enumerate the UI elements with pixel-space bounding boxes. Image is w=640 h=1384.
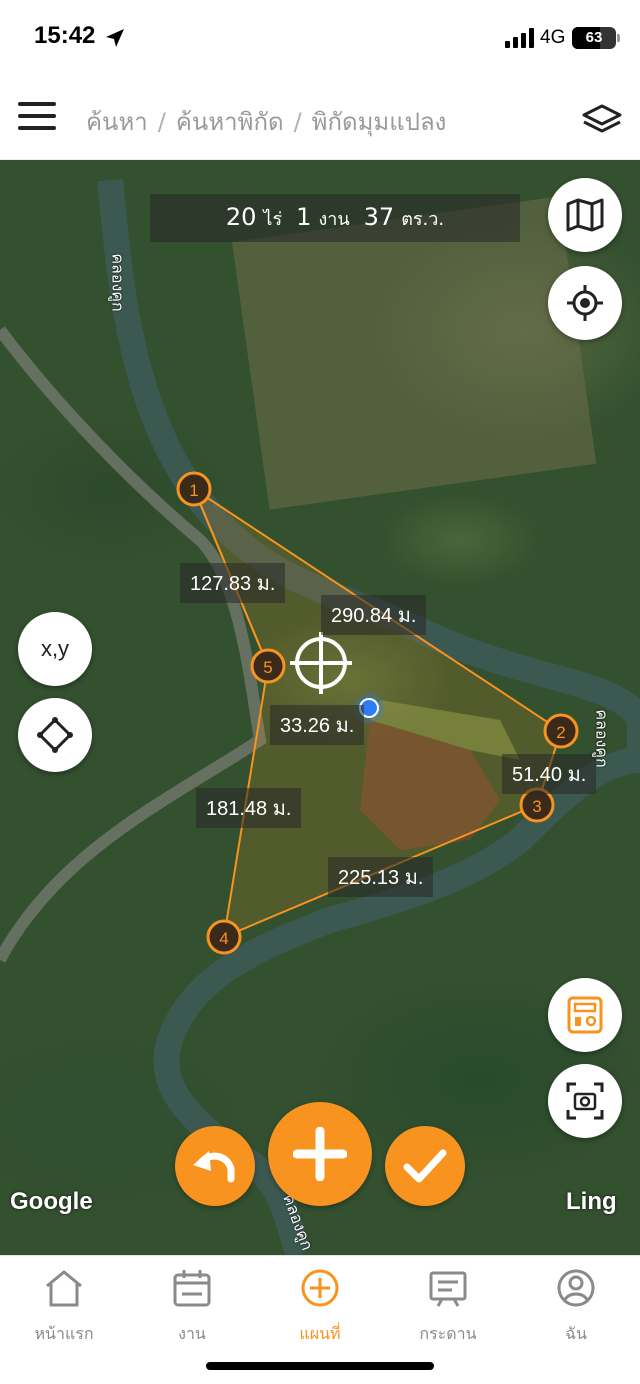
vertex-marker-1[interactable]: 1: [176, 471, 212, 507]
vertex-label-1: 1: [189, 481, 198, 500]
undo-button[interactable]: [175, 1126, 255, 1206]
signal-icon: [505, 28, 534, 48]
canal-label: คลองคูก: [108, 253, 128, 312]
vertex-label-3: 3: [532, 797, 541, 816]
nav-item-me[interactable]: ฉัน: [512, 1266, 640, 1347]
location-arrow-icon: [106, 29, 124, 47]
home-indicator: [206, 1362, 434, 1370]
battery-tip: [617, 34, 620, 42]
home-icon: [46, 1270, 82, 1307]
undo-icon: [193, 1151, 235, 1183]
breadcrumb-plot-corners: พิกัดมุมแปลง: [311, 108, 447, 136]
nav-item-home[interactable]: หน้าแรก: [0, 1266, 128, 1347]
canal-label: คลองคูก: [592, 709, 612, 768]
network-type: 4G: [540, 27, 566, 48]
google-attribution: Google: [10, 1188, 93, 1215]
calculator-button[interactable]: [548, 978, 622, 1052]
screenshot-camera-icon: [566, 1082, 604, 1120]
status-time: 15:42: [34, 22, 96, 49]
nav-label: ฉัน: [565, 1324, 587, 1343]
nav-label: งาน: [178, 1324, 206, 1343]
app-header: ค้นหา / ค้นหาพิกัด / พิกัดมุมแปลง: [0, 80, 640, 160]
nav-label: กระดาน: [419, 1324, 477, 1343]
vertex-marker-5[interactable]: 5: [250, 648, 286, 684]
hamburger-menu-icon[interactable]: [18, 102, 58, 134]
satellite-map[interactable]: 20 ไร่ 1 งาน 37 ตร.ว. x,y 1 2 3 4 5 127.…: [0, 160, 640, 1255]
distance-label: 181.48 ม.: [196, 788, 302, 828]
calculator-icon: [567, 996, 603, 1034]
distance-label: 51.40 ม.: [502, 754, 597, 794]
ling-attribution: Ling: [566, 1188, 617, 1215]
status-bar: 15:42 4G 63: [0, 0, 640, 80]
user-icon: [557, 1269, 595, 1307]
distance-label: 225.13 ม.: [328, 857, 434, 897]
nav-label: แผนที่: [299, 1324, 341, 1343]
add-point-button[interactable]: [268, 1102, 372, 1206]
breadcrumb: ค้นหา / ค้นหาพิกัด / พิกัดมุมแปลง: [86, 102, 446, 141]
vertex-label-4: 4: [219, 929, 228, 948]
vertex-marker-4[interactable]: 4: [206, 919, 242, 955]
distance-label: 290.84 ม.: [321, 595, 427, 635]
calendar-icon: [173, 1270, 211, 1307]
distance-label: 127.83 ม.: [180, 563, 286, 603]
battery-level: 63: [585, 29, 603, 46]
plus-icon: [293, 1127, 347, 1181]
nav-item-board[interactable]: กระดาน: [384, 1266, 512, 1347]
distance-label: 33.26 ม.: [270, 705, 365, 745]
confirm-button[interactable]: [385, 1126, 465, 1206]
breadcrumb-search[interactable]: ค้นหา: [86, 108, 148, 136]
breadcrumb-separator: /: [293, 108, 302, 136]
vertex-marker-2[interactable]: 2: [543, 713, 579, 749]
add-circle-icon: [301, 1269, 339, 1307]
vertex-label-5: 5: [263, 658, 272, 677]
board-icon: [429, 1271, 467, 1307]
battery-icon: 63: [572, 27, 616, 49]
nav-label: หน้าแรก: [34, 1324, 94, 1343]
layers-icon[interactable]: [580, 100, 624, 140]
check-icon: [403, 1149, 447, 1183]
screenshot-button[interactable]: [548, 1064, 622, 1138]
nav-item-work[interactable]: งาน: [128, 1266, 256, 1347]
breadcrumb-separator: /: [157, 108, 166, 136]
vertex-label-2: 2: [556, 723, 565, 742]
nav-item-map[interactable]: แผนที่: [256, 1266, 384, 1347]
breadcrumb-coordinate-search[interactable]: ค้นหาพิกัด: [176, 108, 284, 136]
